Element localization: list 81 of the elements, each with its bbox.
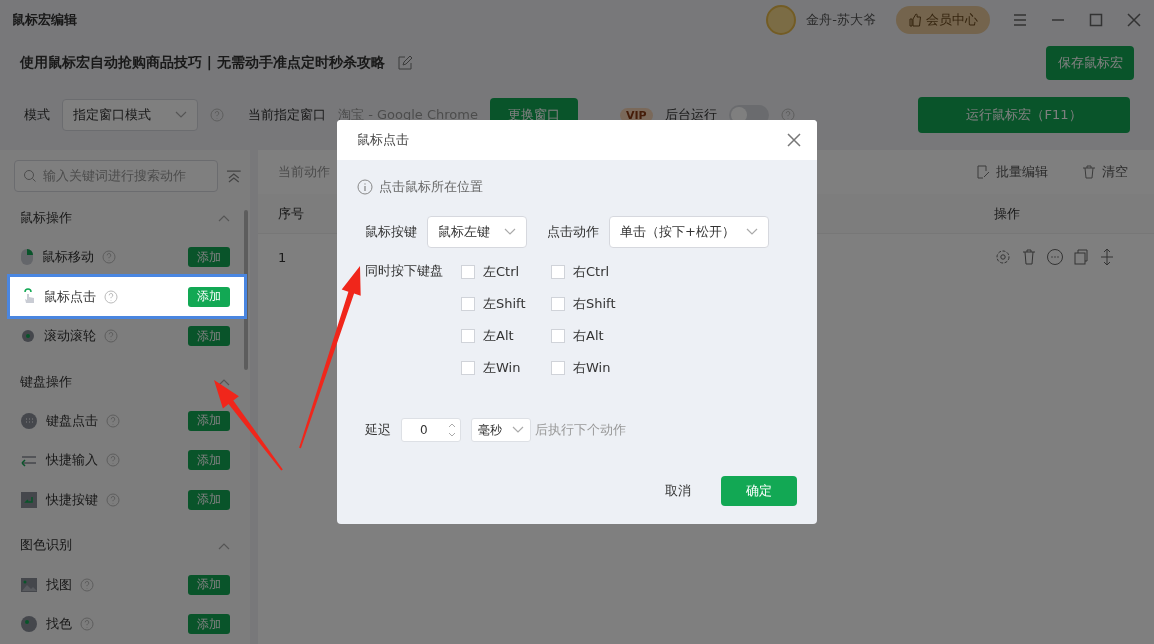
- delay-label: 延迟: [365, 421, 391, 439]
- click-action-select[interactable]: 单击（按下+松开）: [609, 216, 769, 248]
- section-title: 图色识别: [20, 536, 72, 555]
- delay-suffix: 后执行下个动作: [535, 421, 626, 439]
- confirm-button[interactable]: 确定: [721, 476, 797, 506]
- enter-key-icon: [20, 490, 38, 509]
- chevron-down-icon: [175, 111, 187, 119]
- collapse-all-icon[interactable]: [226, 169, 242, 183]
- scrollbar[interactable]: [244, 210, 248, 370]
- copy-icon[interactable]: [1072, 248, 1090, 266]
- mouse-button-select[interactable]: 鼠标左键: [427, 216, 527, 248]
- dialog-title: 鼠标点击: [357, 131, 409, 149]
- edit-document-icon: [976, 165, 990, 179]
- column-header: 序号: [278, 204, 305, 223]
- batch-edit-button[interactable]: 批量编辑: [970, 162, 1054, 182]
- add-button[interactable]: 添加: [188, 411, 230, 431]
- chevron-down-icon: [746, 228, 758, 236]
- settings-icon[interactable]: [994, 248, 1012, 266]
- background-run-label: 后台运行: [664, 106, 717, 124]
- modifier-checkbox[interactable]: 右Alt: [551, 326, 641, 346]
- maximize-icon[interactable]: [1088, 12, 1104, 28]
- modifier-checkbox[interactable]: 左Ctrl: [461, 262, 551, 282]
- add-button[interactable]: 添加: [188, 489, 230, 510]
- action-item[interactable]: 找图 添加: [0, 565, 250, 605]
- modifier-checkbox[interactable]: 右Win: [551, 358, 641, 378]
- user-name: 金舟-苏大爷: [806, 11, 876, 29]
- close-icon[interactable]: [787, 133, 801, 147]
- info-icon: [357, 179, 373, 195]
- modifier-keys-label: 同时按下键盘: [365, 262, 443, 280]
- search-icon: [23, 169, 37, 183]
- mouse-icon: [20, 248, 34, 267]
- run-macro-button[interactable]: 运行鼠标宏（F11）: [918, 97, 1130, 133]
- thumbs-up-icon: [908, 13, 922, 27]
- window-title: 鼠标宏编辑: [12, 11, 78, 29]
- image-icon: [20, 576, 38, 593]
- avatar[interactable]: [766, 5, 797, 35]
- add-button[interactable]: 添加: [188, 574, 230, 595]
- modifier-checkbox[interactable]: 左Alt: [461, 326, 551, 346]
- mode-label: 模式: [24, 106, 50, 124]
- delay-input[interactable]: 0: [401, 418, 461, 442]
- move-icon[interactable]: [1098, 248, 1116, 266]
- action-item[interactable]: 找色 添加: [0, 604, 250, 644]
- menu-icon[interactable]: [1012, 12, 1028, 28]
- click-action-label: 点击动作: [547, 223, 599, 241]
- color-picker-icon: [20, 615, 38, 634]
- selected-action-item[interactable]: 鼠标点击 添加: [10, 276, 244, 317]
- macro-title: 使用鼠标宏自动抢购商品技巧 | 无需动手准点定时秒杀攻略: [20, 54, 385, 72]
- window-label: 当前指定窗口: [248, 106, 326, 124]
- delay-unit-select[interactable]: 毫秒: [471, 418, 531, 442]
- modifier-checkbox[interactable]: 右Shift: [551, 294, 641, 314]
- clear-button[interactable]: 清空: [1076, 162, 1134, 182]
- dialog-hint: 点击鼠标所在位置: [379, 178, 483, 196]
- section-title: 键盘操作: [20, 372, 72, 391]
- close-icon[interactable]: [1126, 12, 1142, 28]
- gear-icon: [20, 328, 36, 345]
- mode-select[interactable]: 指定窗口模式: [62, 99, 198, 131]
- column-header: 操作: [994, 204, 1021, 223]
- trash-icon: [1082, 165, 1096, 179]
- mouse-button-label: 鼠标按键: [365, 223, 417, 241]
- keypad-icon: [20, 412, 38, 430]
- chevron-down-icon: [512, 426, 524, 434]
- chevron-down-icon: [504, 228, 516, 236]
- member-center-button[interactable]: 会员中心: [896, 6, 990, 34]
- delete-icon[interactable]: [1020, 248, 1038, 266]
- modifier-checkbox[interactable]: 左Shift: [461, 294, 551, 314]
- spinner-arrows-icon[interactable]: [448, 422, 456, 438]
- help-icon[interactable]: [780, 108, 795, 122]
- add-button[interactable]: 添加: [188, 614, 230, 635]
- table-cell-text: 1: [278, 249, 288, 265]
- modifier-checkbox[interactable]: 右Ctrl: [551, 262, 641, 282]
- cancel-button[interactable]: 取消: [659, 481, 697, 501]
- save-macro-button[interactable]: 保存鼠标宏: [1046, 46, 1134, 80]
- add-button[interactable]: 添加: [188, 450, 230, 471]
- add-button[interactable]: 添加: [188, 286, 230, 307]
- edit-icon[interactable]: [396, 55, 413, 71]
- add-button[interactable]: 添加: [188, 326, 230, 347]
- modifier-checkbox[interactable]: 左Win: [461, 358, 551, 378]
- action-item[interactable]: 快捷按键 添加: [0, 480, 250, 520]
- add-button[interactable]: 添加: [188, 247, 230, 268]
- more-icon[interactable]: [1046, 248, 1064, 266]
- section-title: 鼠标操作: [20, 208, 72, 227]
